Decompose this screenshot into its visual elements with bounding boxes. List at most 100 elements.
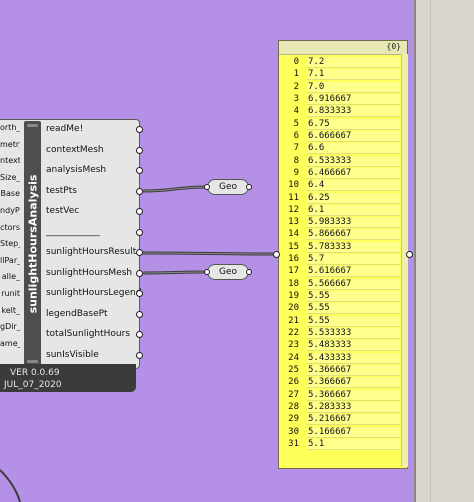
row-value: 6.466667 (307, 167, 400, 179)
output-param-label[interactable]: sunlightHoursMesh (46, 268, 132, 278)
relay-input-grip[interactable] (204, 269, 210, 275)
data-panel[interactable]: {0} 0 7.2 1 7.1 2 7.0 3 6.916667 4 6.833333 5 6.75 6… (278, 40, 408, 469)
output-param-label[interactable]: sunIsVisible (46, 350, 99, 360)
row-index: 4 (293, 106, 299, 117)
row-value: 5.366667 (307, 389, 400, 401)
output-param-label[interactable]: testVec (46, 206, 79, 216)
relay-output-grip[interactable] (246, 184, 252, 190)
output-param-label[interactable]: contextMesh (46, 145, 104, 155)
row-index: 10 (288, 180, 299, 191)
panel-row: 27 5.366667 (279, 389, 400, 401)
panel-row: 7 6.6 (279, 143, 400, 155)
input-param-label[interactable]: alle_ (0, 272, 20, 281)
geo-relay-bottom[interactable]: Geo (204, 264, 252, 280)
output-grip[interactable] (136, 310, 143, 318)
row-index: 29 (288, 414, 299, 425)
panel-row: 15 5.783333 (279, 241, 400, 253)
panel-row: 30 5.166667 (279, 426, 400, 438)
row-value: 6.533333 (307, 155, 400, 167)
panel-path-label: {0} (386, 42, 401, 51)
relay-input-grip[interactable] (204, 184, 210, 190)
row-index: 15 (288, 241, 299, 252)
panel-row: 3 6.916667 (279, 93, 400, 105)
input-param-label[interactable]: metry (0, 140, 20, 149)
row-value: 6.25 (307, 192, 400, 204)
input-param-label[interactable]: kelt_ (0, 306, 20, 315)
output-grip[interactable] (136, 269, 143, 277)
row-value: 7.0 (307, 81, 400, 93)
output-param-label[interactable]: sunlightHoursLegend (46, 288, 141, 298)
panel-row: 19 5.55 (279, 291, 400, 303)
panel-row: 11 6.25 (279, 192, 400, 204)
output-param-label[interactable]: ____________ (46, 227, 100, 237)
row-index: 28 (288, 401, 299, 412)
panel-row: 9 6.466667 (279, 167, 400, 179)
output-grip[interactable] (136, 167, 143, 174)
row-index: 21 (288, 315, 299, 326)
row-index: 31 (288, 438, 299, 449)
component-footer: VER 0.0.69 JUL_07_2020 (0, 364, 136, 392)
panel-row: 28 5.283333 (279, 401, 400, 413)
geo-relay-top[interactable]: Geo (204, 179, 252, 195)
row-value: 5.55 (307, 303, 400, 315)
row-index: 27 (288, 389, 299, 400)
output-param-label[interactable]: testPts (46, 186, 77, 196)
panel-output-grip[interactable] (406, 251, 413, 258)
row-value: 6.4 (307, 180, 400, 192)
panel-row: 21 5.55 (279, 315, 400, 327)
row-value: 5.366667 (307, 365, 400, 376)
grasshopper-canvas[interactable]: orth_metry ntext_ Size_ Base ndyP_ctors Step_… (0, 0, 414, 502)
input-param-label[interactable]: ndyP_ (0, 206, 20, 215)
row-index: 11 (288, 192, 299, 203)
panel-row: 29 5.216667 (279, 414, 400, 426)
input-param-label[interactable]: gDir_ (0, 322, 20, 331)
input-param-label[interactable]: llPar_ (0, 256, 20, 265)
row-value: 5.783333 (307, 241, 400, 253)
panel-row: 0 7.2 (279, 57, 400, 68)
row-value: 5.483333 (307, 340, 400, 352)
output-grip[interactable] (136, 351, 143, 359)
row-index: 23 (288, 340, 299, 351)
output-grip[interactable] (136, 249, 143, 256)
relay-output-grip[interactable] (246, 269, 252, 275)
output-grip[interactable] (136, 331, 143, 338)
output-grip[interactable] (136, 208, 143, 215)
input-param-label[interactable]: Base (0, 189, 20, 198)
input-param-label[interactable]: runit (0, 289, 20, 298)
date-label: JUL_07_2020 (4, 380, 62, 390)
output-param-label[interactable]: legendBasePt (46, 309, 108, 319)
relay-label: Geo (218, 182, 238, 192)
input-param-label[interactable]: ame_ (0, 339, 20, 348)
output-param-label[interactable]: totalSunlightHours (46, 329, 130, 339)
panel-row: 24 5.433333 (279, 352, 400, 364)
row-index: 2 (293, 81, 299, 92)
input-param-label[interactable]: Step_ (0, 239, 20, 248)
input-param-label[interactable]: ntext_ (0, 156, 20, 165)
panel-input-grip[interactable] (273, 251, 280, 258)
row-index: 1 (293, 69, 299, 80)
panel-row: 5 6.75 (279, 118, 400, 130)
panel-row: 25 5.366667 (279, 365, 400, 376)
output-grip[interactable] (136, 126, 143, 133)
output-grip[interactable] (136, 290, 143, 297)
output-grip[interactable] (136, 187, 143, 195)
wire-incoming (0, 469, 21, 502)
row-value: 6.666667 (307, 130, 400, 142)
output-param-label[interactable]: readMe! (46, 124, 83, 134)
row-value: 6.916667 (307, 93, 400, 105)
output-param-label[interactable]: sunlightHoursResult (46, 247, 136, 257)
row-index: 12 (288, 204, 299, 215)
row-index: 9 (293, 167, 299, 178)
row-value: 5.166667 (307, 426, 400, 438)
output-grip[interactable] (136, 228, 143, 236)
component-title-bar[interactable]: sunlightHoursAnalysis (24, 121, 41, 366)
input-param-label[interactable]: Size_ (0, 173, 20, 182)
input-param-label[interactable]: ctors (0, 223, 20, 232)
panel-scrollbar[interactable] (401, 54, 408, 467)
row-value: 6.75 (307, 118, 400, 130)
output-grip[interactable] (136, 146, 143, 154)
input-param-label[interactable]: orth_ (0, 123, 20, 132)
row-index: 16 (288, 254, 299, 265)
output-param-label[interactable]: analysisMesh (46, 165, 106, 175)
row-index: 5 (293, 118, 299, 129)
